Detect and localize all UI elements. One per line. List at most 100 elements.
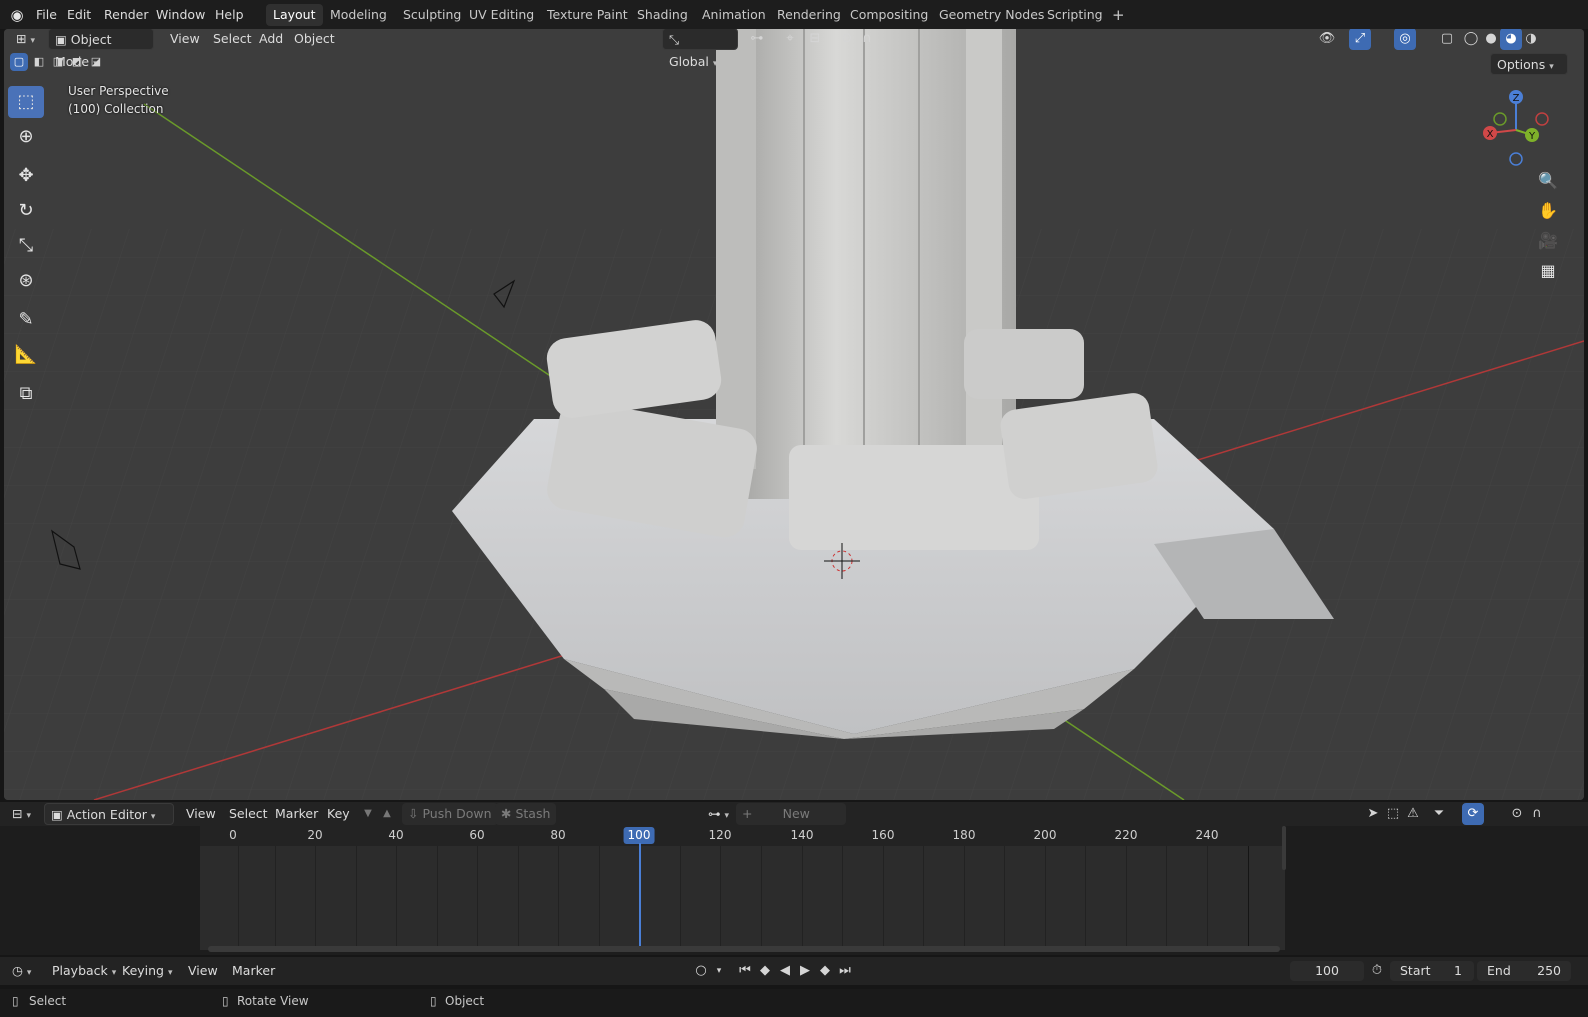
select-extend-icon[interactable]: ◧ — [30, 53, 48, 71]
gizmo-toggle-icon[interactable]: ⤢ — [1349, 29, 1371, 50]
only-selected-icon[interactable]: ➤ — [1362, 803, 1384, 825]
tab-uv-editing[interactable]: UV Editing — [462, 4, 541, 26]
end-frame-field[interactable]: End 250 — [1477, 961, 1571, 981]
viewport-menu-add[interactable]: Add — [253, 29, 289, 50]
playback-dropdown[interactable]: Playback ▾ — [46, 960, 122, 982]
jump-start-icon[interactable]: ⏮ — [734, 960, 756, 982]
tick-label: 120 — [708, 828, 732, 842]
move-tool-icon[interactable]: ✥ — [8, 160, 44, 192]
options-dropdown[interactable]: Options ▾ — [1490, 53, 1568, 75]
editor-type-dropdown[interactable]: ⊞ ▾ — [10, 29, 46, 50]
keying-caret-icon[interactable]: ▾ — [708, 960, 730, 982]
pivot-icon[interactable]: ⊶ — [746, 29, 768, 50]
zoom-icon[interactable]: 🔍 — [1534, 167, 1562, 195]
horizontal-scrollbar[interactable] — [208, 946, 1280, 952]
ae-menu-key[interactable]: Key — [321, 803, 356, 825]
add-workspace-plus-icon[interactable]: + — [1105, 4, 1132, 26]
only-errors-icon[interactable]: ⚠ — [1402, 803, 1424, 825]
tab-scripting[interactable]: Scripting — [1040, 4, 1110, 26]
preview-range-icon[interactable]: ⏱ — [1366, 960, 1388, 982]
tab-shading[interactable]: Shading — [630, 4, 695, 26]
ae-editor-type-dropdown[interactable]: ⊟ ▾ — [6, 803, 42, 825]
vertical-scrollbar[interactable] — [1282, 826, 1286, 870]
measure-tool-icon[interactable]: 📐 — [8, 339, 44, 371]
jump-end-icon[interactable]: ⏭ — [834, 960, 856, 982]
menu-edit[interactable]: Edit — [61, 5, 97, 25]
viewport-menu-select[interactable]: Select — [207, 29, 258, 50]
current-frame-field[interactable]: 100 — [1290, 961, 1364, 981]
ortho-grid-icon[interactable]: ▦ — [1534, 257, 1562, 285]
transform-tool-icon[interactable]: ⊛ — [8, 265, 44, 297]
start-frame-field[interactable]: Start 1 — [1390, 961, 1474, 981]
transform-orientation-dropdown[interactable]: ⤡ Global ▾ — [662, 29, 738, 69]
playhead-line[interactable] — [639, 843, 641, 951]
pan-hand-icon[interactable]: ✋ — [1534, 197, 1562, 225]
push-down-button[interactable]: ⇩ Push Down — [402, 803, 498, 825]
show-hidden-icon[interactable]: ⬚ — [1382, 803, 1404, 825]
select-invert-icon[interactable]: ◩ — [68, 53, 86, 71]
stash-button[interactable]: ✱ Stash — [495, 803, 557, 825]
add-cube-tool-icon[interactable]: ⧉ — [8, 378, 44, 410]
ae-menu-marker[interactable]: Marker — [269, 803, 324, 825]
ae-proportional-icon[interactable]: ⊙ — [1506, 803, 1528, 825]
tab-rendering[interactable]: Rendering — [770, 4, 848, 26]
xray-icon[interactable]: ▢ — [1436, 29, 1458, 50]
camera-view-icon[interactable]: 🎥 — [1534, 227, 1562, 255]
3d-viewport[interactable]: ⊞ ▾ ▣ Object Mode ▾ View Select Add Object… — [4, 29, 1584, 800]
select-new-icon[interactable]: ▢ — [10, 53, 28, 71]
frame-ruler[interactable]: 0 20 40 60 80 120 140 160 180 200 220 24… — [200, 826, 1285, 846]
timeline-menu-marker[interactable]: Marker — [226, 960, 281, 982]
snap-icon[interactable]: ⌖ — [779, 29, 801, 50]
menu-file[interactable]: File — [30, 5, 63, 25]
prev-keyframe-icon[interactable]: ◆ — [754, 960, 776, 982]
select-subtract-icon[interactable]: ◨ — [49, 53, 67, 71]
current-frame-indicator[interactable]: 100 — [623, 827, 655, 844]
timeline-menu-view[interactable]: View — [182, 960, 224, 982]
play-icon[interactable]: ▶ — [794, 960, 816, 982]
overlays-toggle-icon[interactable]: ◎ — [1394, 29, 1416, 50]
filter-icon[interactable]: ⏷ — [1428, 803, 1450, 825]
ae-mode-dropdown[interactable]: ▣ Action Editor ▾ — [44, 803, 174, 825]
cursor-tool-icon[interactable]: ⊕ — [8, 121, 44, 153]
menu-render[interactable]: Render — [98, 5, 155, 25]
material-shading-icon[interactable]: ◕ — [1500, 29, 1522, 50]
snapping-icon[interactable]: ⟳ — [1462, 803, 1484, 825]
scale-tool-icon[interactable]: ⤡ — [8, 230, 44, 262]
falloff-icon[interactable]: ∩ — [856, 29, 878, 50]
ae-menu-select[interactable]: Select — [223, 803, 274, 825]
layer-up-icon[interactable]: ▲ — [376, 803, 398, 825]
keyframe-area[interactable] — [200, 843, 1285, 951]
viewport-menu-object[interactable]: Object — [288, 29, 341, 50]
new-action-button[interactable]: + New — [736, 803, 846, 825]
rotate-tool-icon[interactable]: ↻ — [8, 195, 44, 227]
solid-shading-icon[interactable]: ● — [1480, 29, 1502, 50]
select-intersect-icon[interactable]: ◪ — [87, 53, 105, 71]
menu-window[interactable]: Window — [150, 5, 211, 25]
mode-dropdown[interactable]: ▣ Object Mode ▾ — [48, 29, 154, 69]
tab-layout[interactable]: Layout — [266, 4, 323, 26]
tab-compositing[interactable]: Compositing — [843, 4, 935, 26]
proportional-edit-icon[interactable]: ⊙ — [836, 29, 858, 50]
ae-menu-view[interactable]: View — [180, 803, 222, 825]
annotate-tool-icon[interactable]: ✎ — [8, 304, 44, 336]
menu-help[interactable]: Help — [209, 5, 250, 25]
tab-sculpting[interactable]: Sculpting — [396, 4, 468, 26]
keying-dropdown[interactable]: Keying ▾ — [116, 960, 179, 982]
tab-animation[interactable]: Animation — [695, 4, 773, 26]
navigation-gizmo[interactable]: Z X Y — [1480, 85, 1570, 169]
snap-target-icon[interactable]: ⊟ — [804, 29, 826, 50]
rendered-shading-icon[interactable]: ◑ — [1520, 29, 1542, 50]
ae-falloff-icon[interactable]: ∩ — [1526, 803, 1548, 825]
select-box-tool-icon[interactable]: ⬚ — [8, 86, 44, 118]
blender-logo-icon[interactable]: ◉ — [7, 5, 27, 25]
next-keyframe-icon[interactable]: ◆ — [814, 960, 836, 982]
timeline-editor-type-dropdown[interactable]: ◷ ▾ — [6, 960, 42, 982]
wireframe-shading-icon[interactable]: ◯ — [1460, 29, 1482, 50]
visibility-eye-icon[interactable]: 👁 — [1316, 29, 1338, 50]
tab-texture-paint[interactable]: Texture Paint — [540, 4, 635, 26]
action-browse-icon[interactable]: ⊶ ▾ — [702, 803, 734, 825]
tab-geometry-nodes[interactable]: Geometry Nodes — [932, 4, 1051, 26]
viewport-menu-view[interactable]: View — [164, 29, 206, 50]
tab-modeling[interactable]: Modeling — [323, 4, 394, 26]
play-reverse-icon[interactable]: ◀ — [774, 960, 796, 982]
